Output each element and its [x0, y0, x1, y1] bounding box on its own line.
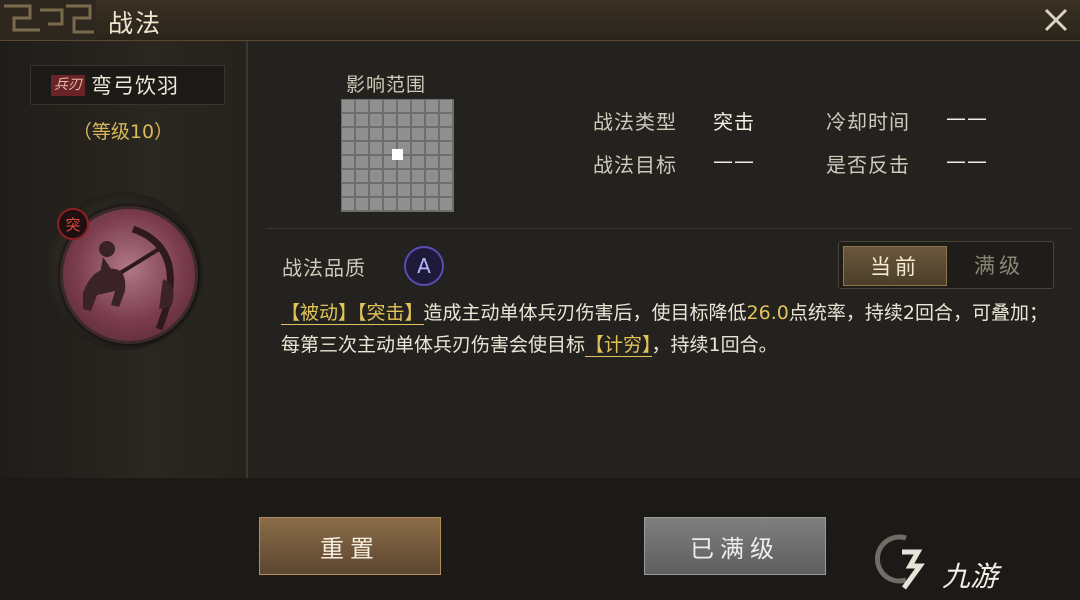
skill-name: 弯弓饮羽: [91, 74, 179, 98]
counter-label: 是否反击: [826, 153, 910, 177]
section-divider: [266, 228, 1072, 229]
close-icon: [1044, 8, 1068, 32]
reset-button[interactable]: 重置: [259, 517, 441, 575]
close-button[interactable]: [1038, 2, 1074, 38]
range-grid: [341, 99, 454, 212]
assault-badge: 突: [57, 208, 89, 240]
range-grid-graphic: [341, 99, 454, 212]
level-toggle: 当前 满级: [838, 241, 1054, 289]
exhaust-keyword[interactable]: 【计穷】: [585, 334, 652, 357]
watermark-text: 九游: [942, 560, 1002, 593]
damage-type-badge: 兵刃: [51, 74, 85, 96]
range-label: 影响范围: [346, 74, 427, 96]
skill-target-value: ——: [713, 149, 755, 173]
assault-keyword[interactable]: 【突击】: [357, 302, 424, 325]
cooldown-label: 冷却时间: [826, 110, 910, 134]
window-title: 战法: [108, 9, 163, 38]
watermark-logo-icon: 九游: [874, 534, 1002, 593]
maxed-button[interactable]: 已满级: [644, 517, 826, 575]
skill-level: （等级10）: [72, 121, 174, 143]
skill-description: 【被动】【突击】造成主动单体兵刃伤害后，使目标降低26.0点统率，持续2回合，可…: [281, 297, 1061, 361]
quality-label: 战法品质: [282, 256, 366, 280]
skill-target-label: 战法目标: [593, 153, 677, 177]
watermark: 九游: [872, 522, 1080, 600]
description-text-1: 造成主动单体兵刃伤害后，使目标降低: [423, 302, 747, 324]
skill-name-tag: 兵刃 弯弓饮羽: [30, 65, 225, 105]
passive-keyword[interactable]: 【被动】: [281, 302, 358, 325]
stat-reduction-value: 26.0: [746, 302, 789, 324]
skill-type-label: 战法类型: [593, 110, 677, 134]
target-cell: [392, 149, 403, 160]
toggle-current-button[interactable]: 当前: [843, 246, 947, 286]
title-ornament: [0, 0, 96, 40]
title-bar: 战法: [0, 0, 1080, 41]
skill-type-value: 突击: [713, 110, 755, 134]
counter-value: ——: [946, 149, 988, 173]
toggle-max-button[interactable]: 满级: [949, 246, 1049, 284]
description-text-3: ，持续1回合。: [651, 334, 778, 356]
quality-grade-badge: A: [404, 246, 444, 286]
cooldown-value: ——: [946, 106, 988, 130]
